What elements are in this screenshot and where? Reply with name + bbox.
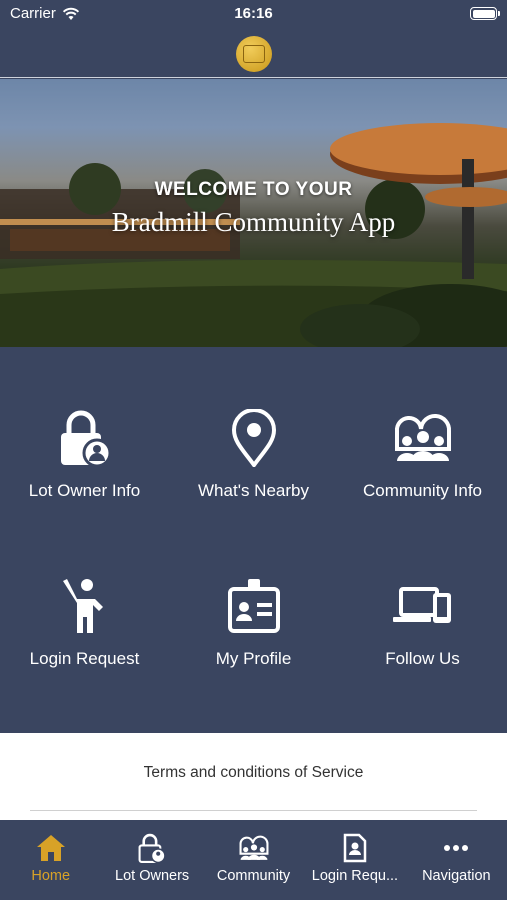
menu-grid: Lot Owner Info What's Nearby Community I… <box>0 347 507 733</box>
tab-label: Navigation <box>422 868 491 884</box>
status-time: 16:16 <box>234 5 273 22</box>
divider <box>30 810 477 811</box>
bottom-tab-bar: Home Lot Owners Community Login Requ... <box>0 820 507 900</box>
person-raise-hand-icon <box>62 579 103 633</box>
tab-community[interactable]: Community <box>203 820 304 900</box>
status-bar: Carrier 16:16 <box>0 0 507 30</box>
tab-label: Lot Owners <box>115 868 190 884</box>
terms-section: Terms and conditions of Service <box>0 733 507 820</box>
menu-tile-lot-owner-info[interactable]: Lot Owner Info <box>0 409 169 559</box>
menu-tile-follow-us[interactable]: Follow Us <box>338 577 507 727</box>
lock-person-icon <box>60 410 111 467</box>
more-dots-icon <box>444 845 469 851</box>
hero-welcome-text: WELCOME TO YOUR <box>154 179 353 200</box>
menu-tile-login-request[interactable]: Login Request <box>0 577 169 727</box>
id-badge-icon <box>227 579 280 633</box>
menu-tile-label: Lot Owner Info <box>28 481 141 500</box>
tab-label: Login Requ... <box>311 868 399 884</box>
tab-label: Community <box>216 868 291 884</box>
menu-tile-community-info[interactable]: Community Info <box>338 409 507 559</box>
document-person-icon <box>343 833 367 863</box>
tab-label: Home <box>31 868 71 884</box>
battery-icon <box>470 7 500 20</box>
location-pin-icon <box>231 409 276 467</box>
menu-tile-whats-nearby[interactable]: What's Nearby <box>169 409 338 559</box>
app-header <box>0 30 507 78</box>
hero-title: Bradmill Community App <box>111 207 396 237</box>
community-icon <box>394 413 451 461</box>
hero-banner: WELCOME TO YOUR Bradmill Community App <box>0 79 507 347</box>
tab-login-request[interactable]: Login Requ... <box>304 820 405 900</box>
devices-icon <box>392 587 451 623</box>
app-logo <box>235 35 272 72</box>
tab-navigation[interactable]: Navigation <box>406 820 507 900</box>
menu-tile-label: Follow Us <box>385 649 460 668</box>
menu-tile-label: What's Nearby <box>198 481 309 500</box>
menu-tile-label: My Profile <box>215 649 292 668</box>
lock-person-icon <box>138 833 166 863</box>
community-icon <box>239 835 268 860</box>
terms-link[interactable]: Terms and conditions of Service <box>0 764 507 782</box>
home-icon <box>36 835 65 861</box>
tab-lot-owners[interactable]: Lot Owners <box>101 820 202 900</box>
menu-tile-label: Community Info <box>362 481 483 500</box>
tab-home[interactable]: Home <box>0 820 101 900</box>
menu-tile-my-profile[interactable]: My Profile <box>169 577 338 727</box>
menu-tile-label: Login Request <box>29 649 140 668</box>
